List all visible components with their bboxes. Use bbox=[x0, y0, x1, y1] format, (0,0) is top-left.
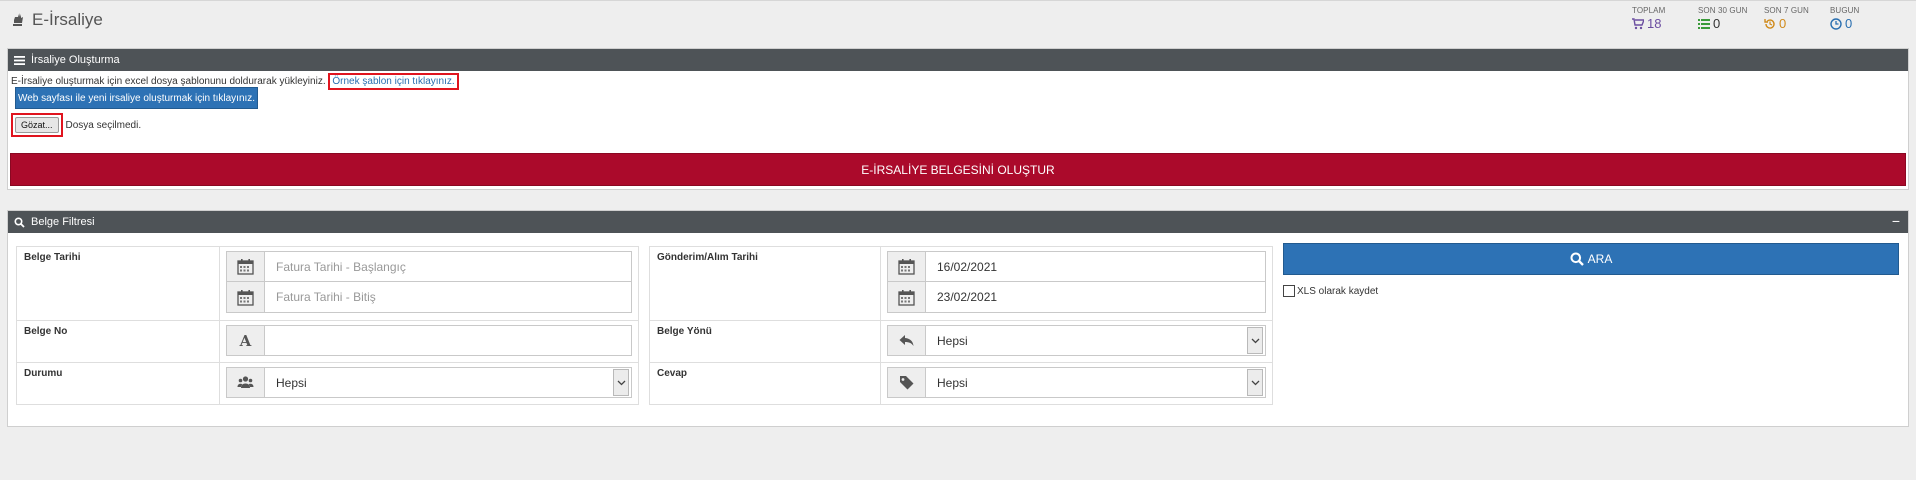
belge-yonu-value: Hepsi bbox=[937, 333, 968, 348]
belge-yonu-select[interactable]: Hepsi bbox=[887, 325, 1266, 356]
stats-bar: TOPLAM 18 SON 30 GUN 0 SON 7 GUN 0 BUGUN bbox=[1632, 6, 1896, 31]
filter-table-left: Belge Tarihi Fatura Tarihi - Başlangıç F… bbox=[16, 246, 639, 405]
stat-label: SON 30 GUN bbox=[1698, 6, 1748, 15]
search-button-label: ARA bbox=[1587, 252, 1613, 266]
create-panel-header: İrsaliye Oluşturma bbox=[8, 49, 1908, 71]
search-icon bbox=[14, 216, 25, 228]
belge-tarihi-end-input[interactable]: Fatura Tarihi - Bitiş bbox=[265, 282, 631, 312]
history-icon bbox=[1764, 18, 1775, 29]
hint-text: E-İrsaliye oluşturmak için excel dosya ş… bbox=[11, 76, 326, 87]
chevron-down-icon[interactable] bbox=[1247, 327, 1263, 354]
belge-tarihi-start[interactable]: Fatura Tarihi - Başlangıç bbox=[226, 251, 632, 282]
calendar-icon bbox=[898, 259, 915, 275]
no-file-text: Dosya seçilmedi. bbox=[65, 119, 142, 131]
belge-yonu-label: Belge Yönü bbox=[649, 320, 881, 363]
stat-label: SON 7 GUN bbox=[1764, 6, 1809, 15]
stat-value: 18 bbox=[1647, 16, 1662, 31]
stat-value: 0 bbox=[1713, 16, 1721, 31]
cevap-label: Cevap bbox=[649, 362, 881, 405]
calendar-icon bbox=[237, 289, 254, 306]
browse-button[interactable]: Gözat... bbox=[15, 117, 59, 133]
create-document-button[interactable]: E-İRSALİYE BELGESİNİ OLUŞTUR bbox=[10, 153, 1906, 186]
page-title: E-İrsaliye bbox=[10, 10, 103, 30]
top-bar: E-İrsaliye TOPLAM 18 SON 30 GUN 0 SON 7 … bbox=[0, 0, 1916, 42]
svg-text:A: A bbox=[239, 332, 252, 349]
durumu-select[interactable]: Hepsi bbox=[226, 367, 632, 398]
upload-hint: E-İrsaliye oluşturmak için excel dosya ş… bbox=[11, 73, 459, 90]
file-upload: Gözat... Dosya seçilmedi. bbox=[11, 113, 141, 137]
create-panel-title: İrsaliye Oluşturma bbox=[31, 54, 120, 66]
gonderim-tarihi-start-input[interactable]: 16/02/2021 bbox=[926, 252, 1265, 281]
chevron-down-icon[interactable] bbox=[1247, 369, 1263, 396]
menu-icon bbox=[14, 55, 25, 65]
filter-panel-header: Belge Filtresi − bbox=[8, 211, 1908, 233]
web-create-button[interactable]: Web sayfası ile yeni irsaliye oluşturmak… bbox=[15, 87, 258, 109]
xls-checkbox[interactable] bbox=[1283, 285, 1295, 297]
reply-icon bbox=[899, 335, 914, 346]
stat-son-30-gun[interactable]: SON 30 GUN 0 bbox=[1698, 6, 1764, 31]
tag-icon bbox=[899, 376, 914, 390]
search-button[interactable]: ARA bbox=[1283, 243, 1899, 275]
xls-label: XLS olarak kaydet bbox=[1297, 285, 1379, 297]
hand-icon bbox=[13, 13, 23, 26]
search-icon bbox=[1570, 252, 1584, 266]
belge-tarihi-start-input[interactable]: Fatura Tarihi - Başlangıç bbox=[265, 252, 631, 281]
filter-table-right: Gönderim/Alım Tarihi 16/02/2021 23/02/20… bbox=[649, 246, 1273, 405]
create-panel: İrsaliye Oluşturma E-İrsaliye oluşturmak… bbox=[7, 48, 1909, 190]
template-link[interactable]: Örnek şablon için tıklayınız. bbox=[332, 76, 454, 87]
stat-bugun[interactable]: BUGUN 0 bbox=[1830, 6, 1896, 31]
gonderim-tarihi-start[interactable]: 16/02/2021 bbox=[887, 251, 1266, 282]
stat-value: 0 bbox=[1845, 16, 1853, 31]
collapse-icon[interactable]: − bbox=[1892, 214, 1900, 228]
belge-tarihi-label: Belge Tarihi bbox=[16, 246, 220, 321]
users-icon bbox=[237, 376, 254, 388]
cevap-value: Hepsi bbox=[937, 375, 968, 390]
gonderim-tarihi-end[interactable]: 23/02/2021 bbox=[887, 282, 1266, 313]
xls-export[interactable]: XLS olarak kaydet bbox=[1283, 285, 1378, 297]
calendar-icon bbox=[898, 289, 915, 306]
gonderim-tarihi-end-input[interactable]: 23/02/2021 bbox=[926, 282, 1265, 312]
filter-panel-title: Belge Filtresi bbox=[31, 216, 95, 228]
durumu-value: Hepsi bbox=[276, 375, 307, 390]
cevap-select[interactable]: Hepsi bbox=[887, 367, 1266, 398]
list-icon bbox=[1698, 18, 1710, 29]
calendar-icon bbox=[237, 259, 254, 275]
stat-value: 0 bbox=[1779, 16, 1787, 31]
belge-no-field[interactable]: A bbox=[226, 325, 632, 356]
belge-no-input[interactable] bbox=[265, 326, 631, 355]
stat-label: TOPLAM bbox=[1632, 6, 1666, 15]
browse-highlight: Gözat... bbox=[11, 113, 63, 137]
stat-label: BUGUN bbox=[1830, 6, 1860, 15]
font-icon: A bbox=[239, 332, 252, 349]
cart-icon bbox=[1632, 17, 1644, 29]
filter-panel: Belge Filtresi − Belge Tarihi Fatura Tar… bbox=[7, 210, 1909, 427]
gonderim-tarihi-label: Gönderim/Alım Tarihi bbox=[649, 246, 881, 321]
stat-son-7-gun[interactable]: SON 7 GUN 0 bbox=[1764, 6, 1830, 31]
clock-icon bbox=[1830, 17, 1842, 30]
stat-toplam[interactable]: TOPLAM 18 bbox=[1632, 6, 1698, 31]
durumu-label: Durumu bbox=[16, 362, 220, 405]
belge-tarihi-end[interactable]: Fatura Tarihi - Bitiş bbox=[226, 282, 632, 313]
belge-no-label: Belge No bbox=[16, 320, 220, 363]
page-title-text: E-İrsaliye bbox=[32, 10, 103, 29]
chevron-down-icon[interactable] bbox=[613, 369, 629, 396]
